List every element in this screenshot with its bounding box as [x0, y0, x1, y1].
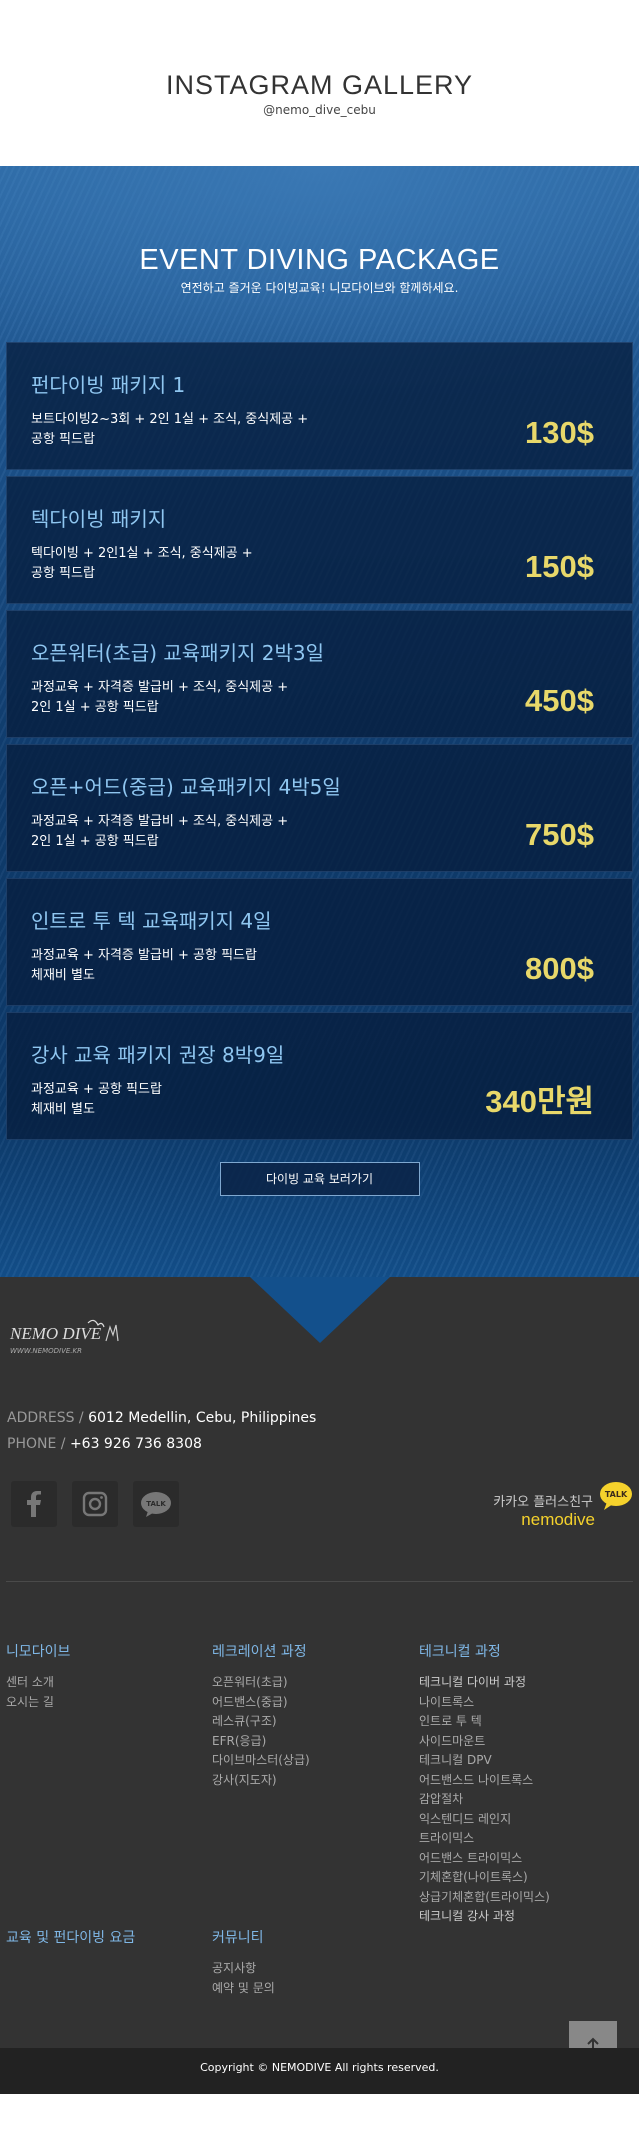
- menu-item[interactable]: 레스큐(구조): [212, 1712, 310, 1732]
- address-label: ADDRESS /: [7, 1410, 84, 1426]
- menu-item[interactable]: 나이트록스: [419, 1693, 550, 1713]
- package-price: 340만원: [485, 1084, 594, 1119]
- instagram-icon[interactable]: [72, 1481, 118, 1527]
- menu-item[interactable]: 테크니컬 강사 과정: [419, 1907, 550, 1927]
- menu-title[interactable]: 테크니컬 과정: [419, 1641, 550, 1661]
- nemodive-logo[interactable]: NEMO DIVE WWW.NEMODIVE.KR: [8, 1315, 128, 1361]
- footer-notch: [250, 1277, 390, 1343]
- package-title: 펀다이빙 패키지 1: [31, 373, 186, 397]
- package-desc: 텍다이빙 + 2인1실 + 조식, 중식제공 + 공항 픽드랍: [31, 546, 253, 581]
- menu-item[interactable]: 공지사항: [212, 1959, 275, 1979]
- footer-menu-nemodive: 니모다이브 센터 소개 오시는 길: [6, 1641, 70, 1712]
- menu-item[interactable]: 오픈워터(초급): [212, 1673, 310, 1693]
- package-desc: 과정교육 + 자격증 발급비 + 조식, 중식제공 +2인 1실 + 공항 픽드…: [31, 680, 289, 715]
- menu-item[interactable]: 기체혼합(나이트록스): [419, 1868, 550, 1888]
- menu-item[interactable]: 상급기체혼합(트라이믹스): [419, 1888, 550, 1908]
- menu-item[interactable]: EFR(응급): [212, 1732, 310, 1752]
- event-package-section: EVENT DIVING PACKAGE 연전하고 즐거운 다이빙교육! 니모다…: [0, 166, 639, 1277]
- event-subtitle: 연전하고 즐거운 다이빙교육! 니모다이브와 함께하세요.: [180, 281, 459, 295]
- package-price: 130$: [525, 415, 594, 450]
- package-card[interactable]: 오픈워터(초급) 교육패키지 2박3일 과정교육 + 자격증 발급비 + 조식,…: [6, 610, 633, 738]
- footer-menu-technical: 테크니컬 과정 테크니컬 다이버 과정 나이트록스 인트로 투 텍 사이드마운트…: [419, 1641, 550, 1927]
- menu-title[interactable]: 커뮤니티: [212, 1927, 275, 1947]
- menu-item[interactable]: 다이브마스터(상급): [212, 1751, 310, 1771]
- menu-item[interactable]: 어드밴스 트라이믹스: [419, 1849, 550, 1869]
- kakaotalk-icon[interactable]: TALK: [133, 1481, 179, 1527]
- package-card[interactable]: 인트로 투 텍 교육패키지 4일 과정교육 + 자격증 발급비 + 공항 픽드랍…: [6, 878, 633, 1006]
- menu-item[interactable]: 어드밴스(중급): [212, 1693, 310, 1713]
- facebook-icon[interactable]: [11, 1481, 57, 1527]
- footer: NEMO DIVE WWW.NEMODIVE.KR ADDRESS / 6012…: [0, 1277, 639, 2094]
- package-desc: 보트다이빙2~3회 + 2인 1실 + 조식, 중식제공 + 공항 픽드랍: [31, 412, 309, 447]
- footer-menu-community: 커뮤니티 공지사항 예약 및 문의: [212, 1927, 275, 1998]
- contact-info: ADDRESS / 6012 Medellin, Cebu, Philippin…: [7, 1405, 316, 1457]
- package-list: 펀다이빙 패키지 1 보트다이빙2~3회 + 2인 1실 + 조식, 중식제공 …: [6, 342, 633, 1146]
- package-title: 강사 교육 패키지 권장 8박9일: [31, 1043, 285, 1067]
- menu-item[interactable]: 센터 소개: [6, 1673, 70, 1693]
- kakao-talk-badge-icon: TALK: [600, 1482, 632, 1510]
- package-title: 오픈+어드(중급) 교육패키지 4박5일: [31, 775, 341, 799]
- package-price: 450$: [525, 683, 594, 718]
- package-price: 800$: [525, 951, 594, 986]
- menu-item[interactable]: 감압절차: [419, 1790, 550, 1810]
- svg-text:NEMO DIVE: NEMO DIVE: [9, 1324, 102, 1343]
- package-card[interactable]: 텍다이빙 패키지 텍다이빙 + 2인1실 + 조식, 중식제공 + 공항 픽드랍 …: [6, 476, 633, 604]
- package-title: 텍다이빙 패키지: [31, 507, 167, 531]
- menu-title[interactable]: 니모다이브: [6, 1641, 70, 1661]
- phone-label: PHONE /: [7, 1436, 66, 1452]
- package-card[interactable]: 강사 교육 패키지 권장 8박9일 과정교육 + 공항 픽드랍 체재비 별도 34…: [6, 1012, 633, 1140]
- view-diving-courses-button[interactable]: 다이빙 교육 보러가기: [219, 1162, 420, 1196]
- svg-text:TALK: TALK: [146, 1500, 166, 1508]
- footer-divider: [6, 1581, 633, 1582]
- phone-value[interactable]: +63 926 736 8308: [70, 1436, 202, 1452]
- package-title: 인트로 투 텍 교육패키지 4일: [31, 909, 272, 933]
- package-price: 150$: [525, 549, 594, 584]
- package-desc: 과정교육 + 공항 픽드랍 체재비 별도: [31, 1082, 162, 1117]
- social-links: TALK: [11, 1481, 179, 1527]
- package-desc: 과정교육 + 자격증 발급비 + 조식, 중식제공 +2인 1실 + 공항 픽드…: [31, 814, 289, 849]
- menu-item[interactable]: 강사(지도자): [212, 1771, 310, 1791]
- menu-item[interactable]: 트라이믹스: [419, 1829, 550, 1849]
- menu-title[interactable]: 레크레이션 과정: [212, 1641, 310, 1661]
- menu-item[interactable]: 테크니컬 다이버 과정: [419, 1673, 550, 1693]
- package-desc: 과정교육 + 자격증 발급비 + 공항 픽드랍 체재비 별도: [31, 948, 257, 983]
- menu-item[interactable]: 인트로 투 텍: [419, 1712, 550, 1732]
- instagram-title: INSTAGRAM GALLERY: [165, 70, 474, 100]
- svg-text:WWW.NEMODIVE.KR: WWW.NEMODIVE.KR: [10, 1347, 82, 1355]
- package-price: 750$: [525, 817, 594, 852]
- menu-item[interactable]: 어드밴스드 나이트록스: [419, 1771, 550, 1791]
- logo-graphic-icon: NEMO DIVE WWW.NEMODIVE.KR: [9, 1319, 119, 1355]
- address-value: 6012 Medellin, Cebu, Philippines: [88, 1410, 317, 1426]
- kakao-plus-friend[interactable]: 카카오 플러스친구 nemodive TALK: [493, 1481, 633, 1530]
- kakao-id: nemodive: [521, 1510, 595, 1529]
- instagram-handle[interactable]: @nemo_dive_cebu: [0, 103, 639, 117]
- svg-text:TALK: TALK: [605, 1490, 628, 1499]
- event-title: EVENT DIVING PACKAGE: [139, 244, 500, 276]
- package-card[interactable]: 오픈+어드(중급) 교육패키지 4박5일 과정교육 + 자격증 발급비 + 조식…: [6, 744, 633, 872]
- package-title: 오픈워터(초급) 교육패키지 2박3일: [31, 641, 324, 665]
- menu-item[interactable]: 오시는 길: [6, 1693, 70, 1713]
- menu-title[interactable]: 교육 및 펀다이빙 요금: [6, 1927, 135, 1947]
- menu-item[interactable]: 테크니컬 DPV: [419, 1751, 550, 1771]
- menu-item[interactable]: 예약 및 문의: [212, 1979, 275, 1999]
- menu-item[interactable]: 익스텐디드 레인지: [419, 1810, 550, 1830]
- footer-menu-recreation: 레크레이션 과정 오픈워터(초급) 어드밴스(중급) 레스큐(구조) EFR(응…: [212, 1641, 310, 1790]
- footer-menu-pricing: 교육 및 펀다이빙 요금: [6, 1927, 135, 1959]
- menu-item[interactable]: 사이드마운트: [419, 1732, 550, 1752]
- instagram-section: INSTAGRAM GALLERY @nemo_dive_cebu: [0, 0, 639, 166]
- copyright: Copyright © NEMODIVE All rights reserved…: [0, 2048, 639, 2094]
- package-card[interactable]: 펀다이빙 패키지 1 보트다이빙2~3회 + 2인 1실 + 조식, 중식제공 …: [6, 342, 633, 470]
